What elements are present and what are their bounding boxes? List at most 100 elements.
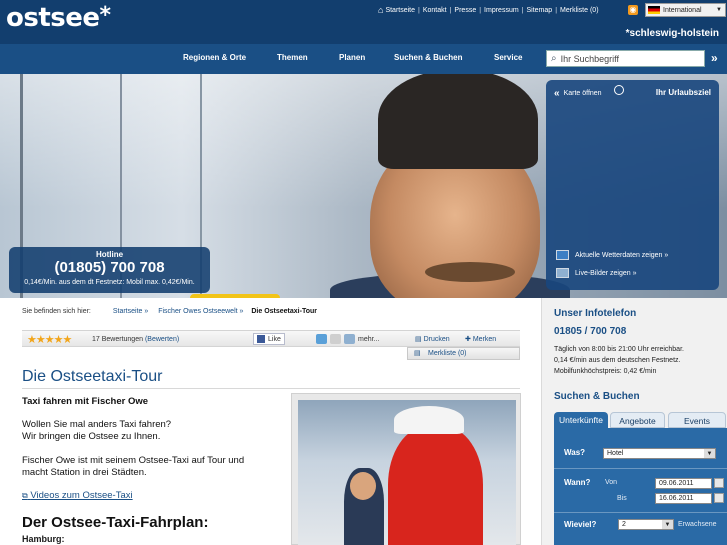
sub-brand: *schleswig-holstein xyxy=(625,28,719,39)
facebook-like-button[interactable]: Like xyxy=(253,333,285,345)
article-paragraph-1: Wollen Sie mal anders Taxi fahren? Wir b… xyxy=(22,419,172,442)
divider xyxy=(554,512,727,513)
nav-regionen[interactable]: Regionen & Orte xyxy=(183,53,246,62)
search-icon: ⌕ xyxy=(551,53,557,64)
hero-person-mustache xyxy=(425,262,515,282)
print-link[interactable]: ▤ Drucken xyxy=(415,335,450,343)
nav-planen[interactable]: Planen xyxy=(339,53,365,62)
page: ostsee* ⌂ Startseite | Kontakt | Presse | I… xyxy=(0,0,727,545)
tab-unterkuenfte[interactable]: Unterkünfte xyxy=(554,412,608,428)
to-label: Bis xyxy=(617,495,627,502)
search-input[interactable]: ⌕ Ihr Suchbegriff xyxy=(546,50,705,67)
chevron-down-icon: ▼ xyxy=(662,520,673,529)
from-date-input[interactable]: 09.06.2011 xyxy=(655,478,712,489)
map-title: Ihr Urlaubsziel xyxy=(655,88,711,97)
topnav-kontakt[interactable]: Kontakt xyxy=(423,7,447,14)
home-icon[interactable]: ⌂ xyxy=(378,5,383,15)
breadcrumb: Sie befinden sich hier: Startseite » Fis… xyxy=(22,308,317,315)
video-link[interactable]: ⧉ Videos zum Ostsee-Taxi xyxy=(22,490,133,501)
remember-link[interactable]: ✚ Merken xyxy=(465,335,496,343)
hotline-price: 0,14€/Min. aus dem dt Festnetz: Mobil ma… xyxy=(24,279,195,286)
review-count: 17 Bewertungen (Bewerten) xyxy=(92,336,180,343)
calendar-icon[interactable] xyxy=(714,493,724,503)
article-paragraph-2: Fischer Owe ist mit seinem Ostsee-Taxi a… xyxy=(22,455,245,478)
red-lighthouse xyxy=(388,426,483,545)
tab-angebote[interactable]: Angebote xyxy=(610,412,665,428)
lighthouse-band xyxy=(394,406,464,434)
schedule-city: Hamburg: xyxy=(22,534,65,544)
booking-form: Was? Hotel ▼ Wann? Von 09.06.2011 Bis 16.… xyxy=(554,428,727,545)
weather-link[interactable]: Aktuelle Wetterdaten zeigen » xyxy=(556,250,668,260)
from-label: Von xyxy=(605,479,618,486)
nav-suchen-buchen[interactable]: Suchen & Buchen xyxy=(394,53,462,62)
list-icon: ▤ xyxy=(414,350,421,357)
topnav-impressum[interactable]: Impressum xyxy=(484,7,519,14)
article-subtitle: Taxi fahren mit Fischer Owe xyxy=(22,396,149,407)
chevron-down-icon: ▼ xyxy=(704,449,715,458)
page-title: Die Ostseetaxi-Tour xyxy=(22,368,163,385)
language-select[interactable]: International ▼ xyxy=(645,3,726,17)
divider xyxy=(22,388,520,389)
live-images-link[interactable]: Live-Bilder zeigen » xyxy=(556,268,636,278)
breadcrumb-fischer-owe[interactable]: Fischer Owes Ostseewelt » xyxy=(158,308,243,315)
when-label: Wann? xyxy=(564,478,591,487)
flag-de-icon xyxy=(648,6,660,14)
rss-icon[interactable]: ◉ xyxy=(628,5,638,15)
topnav-merkliste[interactable]: Merkliste (0) xyxy=(560,7,599,14)
language-value: International xyxy=(663,6,702,14)
calendar-icon[interactable] xyxy=(714,478,724,488)
share-icon[interactable] xyxy=(344,334,355,344)
facebook-icon xyxy=(257,335,265,343)
zoom-icon[interactable] xyxy=(614,85,624,95)
share-buttons: mehr... xyxy=(316,334,379,344)
rating-stars[interactable]: ★★★★★ xyxy=(27,333,72,346)
infophone-number[interactable]: 01805 / 700 708 xyxy=(554,326,626,337)
howmany-label: Wieviel? xyxy=(564,520,597,529)
sidebar: Unser Infotelefon 01805 / 700 708 Täglic… xyxy=(541,298,727,545)
logo[interactable]: ostsee* xyxy=(6,3,111,33)
hotline-box: Hotline (01805) 700 708 0,14€/Min. aus d… xyxy=(9,247,210,293)
sun-icon xyxy=(556,250,569,260)
topnav-startseite[interactable]: Startseite xyxy=(385,7,415,14)
twitter-icon[interactable] xyxy=(316,334,327,344)
infophone-details: Täglich von 8:00 bis 21:00 Uhr erreichba… xyxy=(554,346,684,375)
top-header: ostsee* ⌂ Startseite | Kontakt | Presse | I… xyxy=(0,0,727,44)
hero-person-beanie xyxy=(378,74,538,169)
howmany-select[interactable]: 2 ▼ xyxy=(618,519,674,530)
what-label: Was? xyxy=(564,448,586,457)
divider xyxy=(554,468,727,469)
webcam-icon xyxy=(556,268,569,278)
article-toolbar: ★★★★★ 17 Bewertungen (Bewerten) Like meh… xyxy=(22,330,520,347)
topnav-presse[interactable]: Presse xyxy=(454,7,476,14)
search-book-title: Suchen & Buchen xyxy=(554,391,640,402)
plus-icon: ✚ xyxy=(465,336,473,343)
to-date-input[interactable]: 16.06.2011 xyxy=(655,493,712,504)
what-select[interactable]: Hotel ▼ xyxy=(603,448,716,459)
rate-link[interactable]: (Bewerten) xyxy=(145,336,179,343)
adults-label: Erwachsene xyxy=(678,521,717,528)
wishlist-button[interactable]: ▤ Merkliste (0) xyxy=(407,347,520,360)
share-more-link[interactable]: mehr... xyxy=(358,336,379,343)
breadcrumb-startseite[interactable]: Startseite » xyxy=(113,308,148,315)
logo-text: ostsee xyxy=(6,3,100,33)
chevron-down-icon: ▼ xyxy=(716,7,722,13)
article-photo[interactable] xyxy=(291,393,521,545)
double-chevron-left-icon: « xyxy=(554,88,560,99)
breadcrumb-prefix: Sie befinden sich hier: xyxy=(22,308,91,315)
hotline-number[interactable]: (01805) 700 708 xyxy=(9,259,210,276)
schedule-heading: Der Ostsee-Taxi-Fahrplan: xyxy=(22,514,209,531)
printer-icon: ▤ xyxy=(415,336,424,343)
breadcrumb-current: Die Ostseetaxi-Tour xyxy=(251,308,317,315)
nav-themen[interactable]: Themen xyxy=(277,53,308,62)
infophone-title: Unser Infotelefon xyxy=(554,308,637,319)
taxi-sign xyxy=(190,294,280,298)
map-panel: «Karte öffnen Ihr Urlaubsziel Aktuelle W… xyxy=(546,80,719,290)
mail-icon[interactable] xyxy=(330,334,341,344)
nav-service[interactable]: Service xyxy=(494,53,522,62)
map-open-link[interactable]: «Karte öffnen xyxy=(554,88,602,99)
search-submit-button[interactable]: » xyxy=(711,51,718,65)
tab-events[interactable]: Events xyxy=(668,412,726,428)
topnav-sitemap[interactable]: Sitemap xyxy=(527,7,553,14)
photo-image xyxy=(298,400,516,545)
photo-person-head xyxy=(350,472,376,500)
